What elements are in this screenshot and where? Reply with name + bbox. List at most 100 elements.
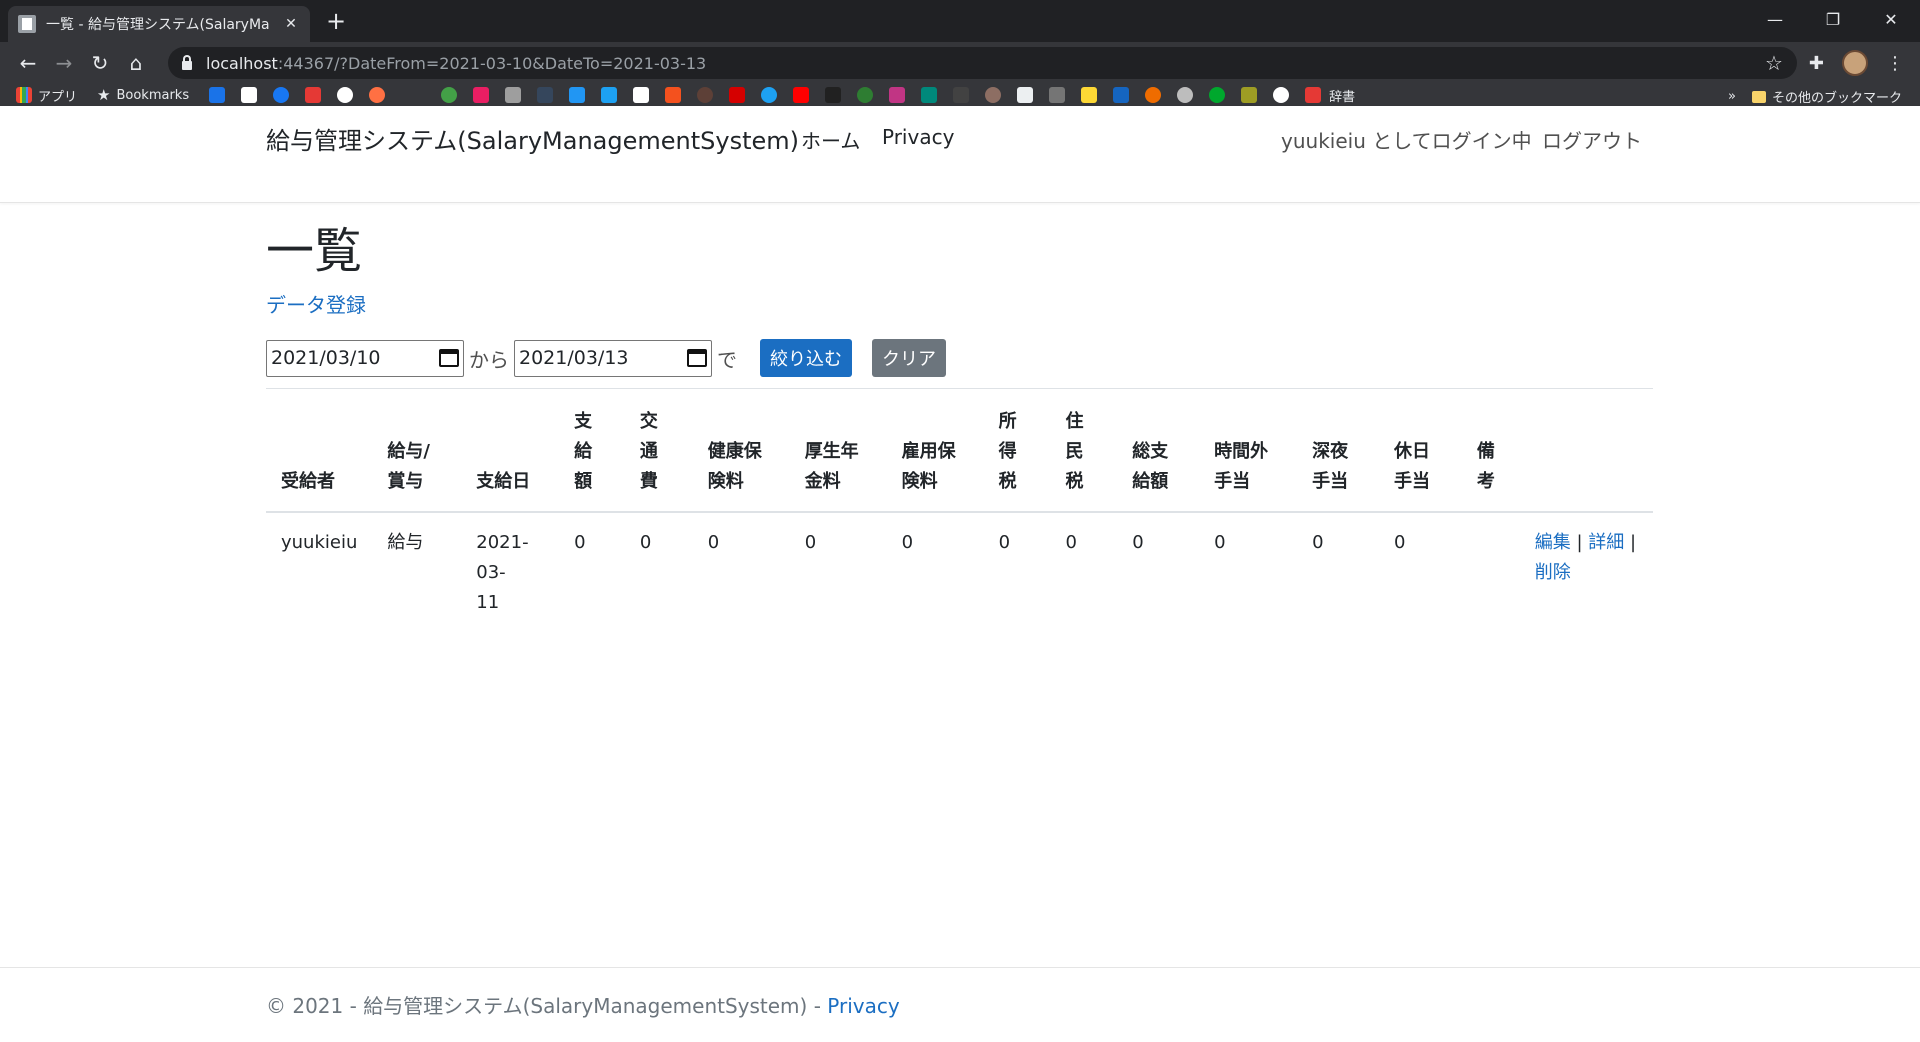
wikipedia-icon[interactable] <box>633 87 650 103</box>
forward-icon[interactable]: → <box>46 51 82 75</box>
star-icon: ★ <box>97 86 111 104</box>
footer-copyright: © 2021 - 給与管理システム(SalaryManagementSystem… <box>266 994 828 1018</box>
site-brand[interactable]: 給与管理システム(SalaryManagementSystem) <box>266 121 799 156</box>
window-close-icon[interactable]: ✕ <box>1862 0 1920 42</box>
bookmark-star-icon[interactable]: ☆ <box>1765 51 1783 75</box>
home-icon[interactable]: ⌂ <box>118 51 154 75</box>
bookmark-barcode-icon[interactable] <box>1241 87 1258 103</box>
yahoo-icon[interactable] <box>729 87 746 103</box>
browser-tabbar: 一覧 - 給与管理システム(SalaryMa ✕ + — ❐ ✕ <box>0 0 1920 42</box>
bookmark-p-icon[interactable] <box>473 87 490 103</box>
url-path: :44367/?DateFrom=2021-03-10&DateTo=2021-… <box>277 53 707 73</box>
bookmark-f-icon[interactable] <box>305 87 322 103</box>
bookmark-w-icon[interactable] <box>665 87 682 103</box>
logout-link[interactable]: ログアウト <box>1542 125 1642 154</box>
footer-text: © 2021 - 給与管理システム(SalaryManagementSystem… <box>266 990 900 1019</box>
tab-close-icon[interactable]: ✕ <box>282 16 300 32</box>
date-to-input[interactable]: 2021/03/13 <box>514 339 712 377</box>
browser-tab[interactable]: 一覧 - 給与管理システム(SalaryMa ✕ <box>8 6 310 42</box>
bookmark-other-folder[interactable]: その他のブックマーク <box>1751 87 1902 106</box>
cell-employment-insurance: 0 <box>901 532 914 553</box>
reload-icon[interactable]: ↻ <box>82 51 118 75</box>
col-amount: 支給額 <box>559 388 625 513</box>
delete-link[interactable]: 削除 <box>1535 562 1571 583</box>
bookmark-dark-icon[interactable] <box>825 87 842 103</box>
instagram-icon[interactable] <box>889 87 906 103</box>
bookmark-jar-icon[interactable] <box>1049 87 1066 103</box>
bookmark-doc-icon[interactable] <box>505 87 522 103</box>
bookmark-yellow-icon[interactable] <box>1081 87 1098 103</box>
nav-privacy-link[interactable]: Privacy <box>882 125 954 149</box>
bookmarks-overflow-icon[interactable]: » <box>1728 89 1736 104</box>
calendar-icon[interactable] <box>687 349 707 367</box>
google-icon[interactable] <box>337 87 354 103</box>
bookmark-paw-icon[interactable] <box>697 87 714 103</box>
clear-button[interactable]: クリア <box>872 339 946 377</box>
bookmark-dictionary[interactable]: 辞書 <box>1305 86 1355 105</box>
evernote-icon[interactable] <box>1209 87 1226 103</box>
filter-button[interactable]: 絞り込む <box>760 339 852 377</box>
bookmark-green-icon[interactable] <box>441 87 458 103</box>
cell-income-tax: 0 <box>998 532 1011 553</box>
profile-avatar[interactable] <box>1842 50 1868 76</box>
cell-health-insurance: 0 <box>707 532 720 553</box>
date-to-value: 2021/03/13 <box>519 347 629 369</box>
edit-link[interactable]: 編集 <box>1535 532 1571 553</box>
cell-actions: 編集 | 詳細 | 削除 <box>1534 532 1637 583</box>
new-tab-icon[interactable]: + <box>326 8 346 34</box>
footer-privacy-link[interactable]: Privacy <box>827 994 899 1018</box>
amazon-icon[interactable] <box>241 87 258 103</box>
col-health-insurance: 健康保険料 <box>692 388 790 513</box>
bookmark-apps[interactable]: アプリ <box>16 86 77 105</box>
twitter-icon[interactable] <box>761 87 778 103</box>
bookmark-teal-icon[interactable] <box>921 87 938 103</box>
cell-holiday: 0 <box>1393 532 1406 553</box>
bookmark-bookmarks-folder[interactable]: ★ Bookmarks <box>97 86 189 104</box>
back-icon[interactable]: ← <box>10 51 46 75</box>
cell-remarks <box>1462 512 1520 630</box>
col-resident-tax: 住民税 <box>1050 388 1118 513</box>
address-bar[interactable]: localhost:44367/?DateFrom=2021-03-10&Dat… <box>168 47 1797 79</box>
cell-total: 0 <box>1132 532 1144 553</box>
date-from-input[interactable]: 2021/03/10 <box>266 339 464 377</box>
bookmark-g-icon[interactable] <box>369 87 386 103</box>
date-filter-form: 2021/03/10 から 2021/03/13 で 絞り込む クリア <box>266 338 1653 378</box>
facebook-icon[interactable] <box>273 87 290 103</box>
table-row: yuukieiu 給与 2021-03-11 0 0 0 0 0 0 0 0 0… <box>266 512 1653 630</box>
detail-link[interactable]: 詳細 <box>1588 532 1624 553</box>
calendar-icon[interactable] <box>439 349 459 367</box>
restore-icon[interactable]: ❐ <box>1804 0 1862 42</box>
tumblr-icon[interactable] <box>537 87 554 103</box>
bookmark-blue-icon[interactable] <box>569 87 586 103</box>
youtube-icon[interactable] <box>793 87 810 103</box>
bookmark-search-icon[interactable] <box>1177 87 1194 103</box>
bookmark-clover-icon[interactable] <box>857 87 874 103</box>
dictionary-icon <box>1305 87 1322 103</box>
bookmark-orange-icon[interactable] <box>1145 87 1162 103</box>
col-income-tax: 所得税 <box>983 388 1051 513</box>
login-status: yuukieiu としてログイン中 <box>1281 129 1532 153</box>
main-content: 一覧 データ登録 2021/03/10 から 2021/03/13 で 絞り込む… <box>266 223 1653 630</box>
cell-transport: 0 <box>639 532 652 553</box>
nav-home-link[interactable]: ホーム <box>801 125 860 154</box>
apps-grid-icon <box>16 87 32 103</box>
bookmark-brown-icon[interactable] <box>985 87 1002 103</box>
menu-kebab-icon[interactable]: ⋮ <box>1886 53 1904 74</box>
minimize-icon[interactable]: — <box>1746 0 1804 42</box>
date-from-value: 2021/03/10 <box>271 347 381 369</box>
extensions-icon[interactable]: ✚ <box>1809 53 1824 74</box>
bookmark-gray-icon[interactable] <box>1017 87 1034 103</box>
bookmark-a-icon[interactable] <box>209 87 226 103</box>
github-icon[interactable] <box>1273 87 1290 103</box>
cell-recipient: yuukieiu <box>281 532 358 553</box>
cell-amount: 0 <box>574 532 586 553</box>
bookmark-news-icon[interactable] <box>1113 87 1130 103</box>
web-page: 給与管理システム(SalaryManagementSystem) ホーム Pri… <box>0 106 1920 1042</box>
page-title: 一覧 <box>266 223 363 279</box>
bookmark-t-icon[interactable] <box>601 87 618 103</box>
create-data-link[interactable]: データ登録 <box>266 289 366 318</box>
bookmark-mq-icon[interactable] <box>953 87 970 103</box>
col-overtime: 時間外手当 <box>1199 388 1298 513</box>
col-recipient: 受給者 <box>266 388 373 513</box>
lock-icon[interactable] <box>182 54 192 70</box>
